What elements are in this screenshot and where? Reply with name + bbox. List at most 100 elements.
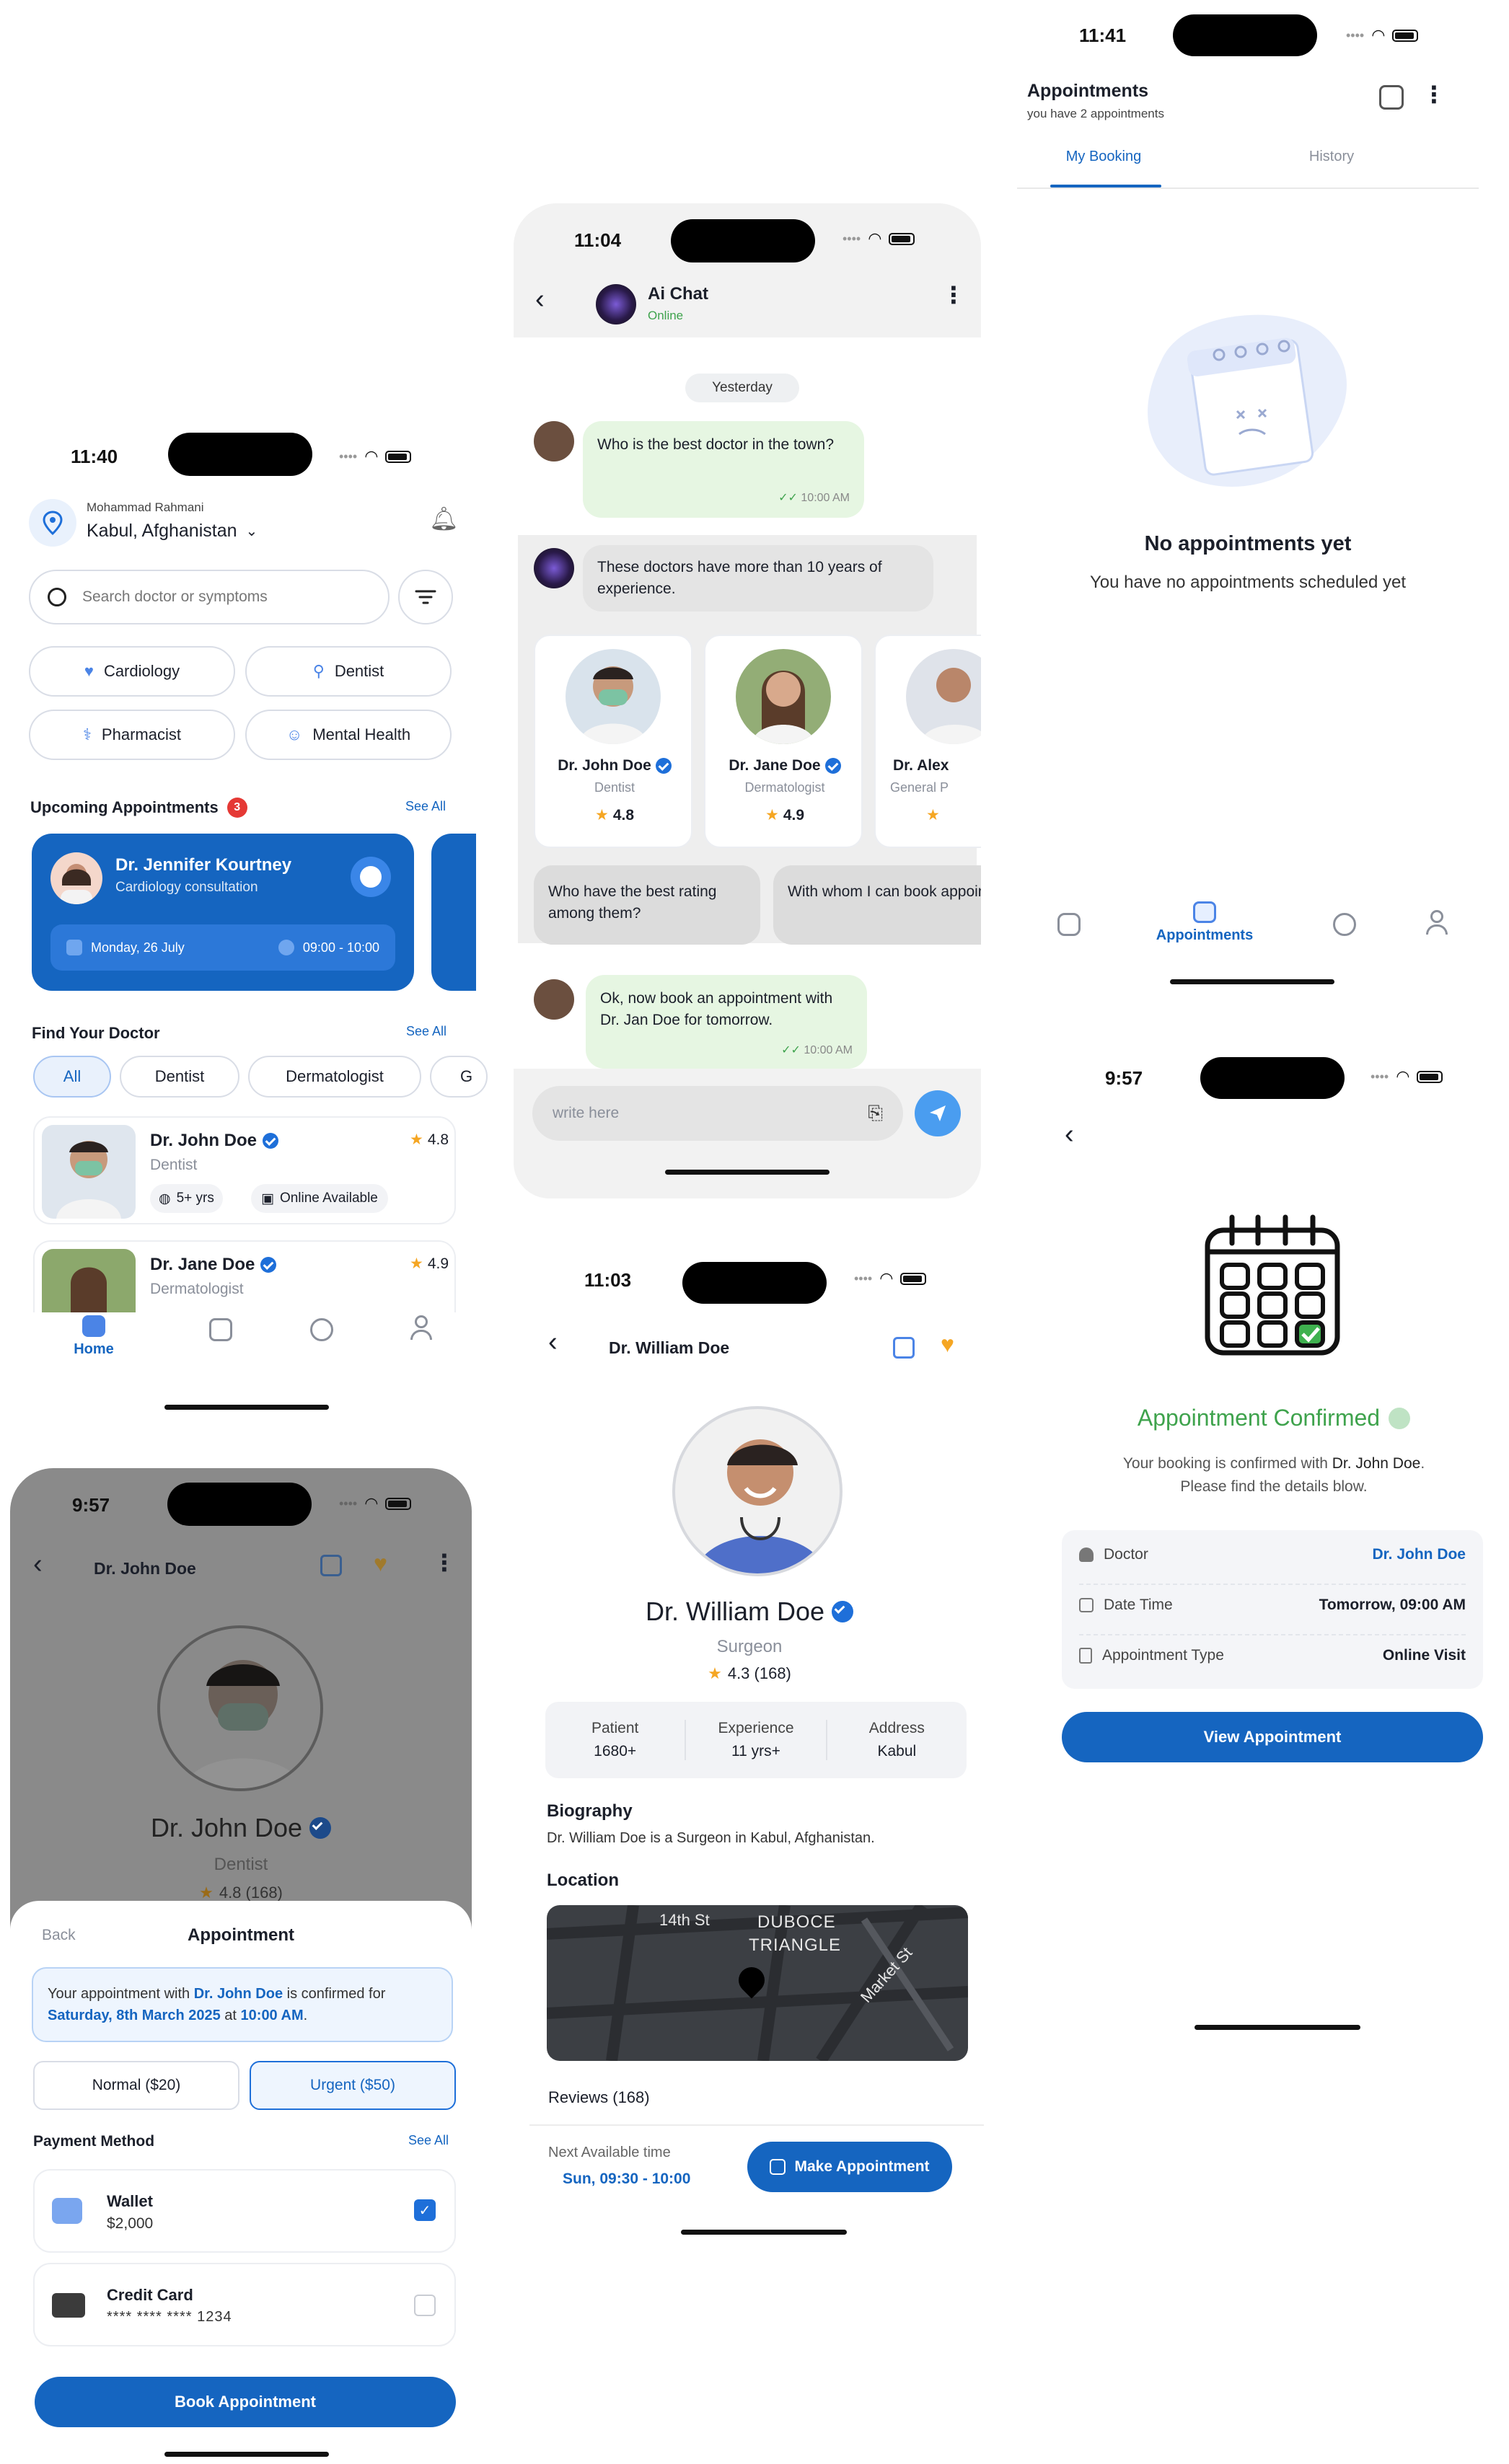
experience-tag: ◍ 5+ yrs bbox=[150, 1184, 223, 1213]
doctor-card[interactable]: Dr. John Doe ★ 4.8 Dentist ◍ 5+ yrs ▣ Onlin… bbox=[33, 1116, 456, 1224]
text-part: Please find the details blow. bbox=[1180, 1478, 1368, 1495]
see-all-link[interactable]: See All bbox=[408, 2133, 449, 2148]
filter-more[interactable]: G bbox=[430, 1056, 488, 1098]
favorite-icon[interactable]: ♥ bbox=[374, 1550, 387, 1577]
doctor-photo bbox=[566, 649, 661, 744]
book-appointment-button[interactable]: Book Appointment bbox=[35, 2377, 456, 2427]
upcoming-header: Upcoming Appointments 3 bbox=[30, 798, 247, 818]
doctor-rating: 4.8 bbox=[612, 806, 635, 823]
date-separator: Yesterday bbox=[685, 374, 799, 402]
tab-appointments[interactable]: Appointments bbox=[1147, 901, 1262, 944]
share-icon[interactable] bbox=[320, 1555, 342, 1576]
biography-title: Biography bbox=[547, 1801, 633, 1821]
ai-avatar bbox=[596, 284, 636, 324]
location-icon[interactable] bbox=[29, 499, 76, 547]
view-appointment-button[interactable]: View Appointment bbox=[1062, 1712, 1483, 1762]
more-icon[interactable]: ⋮ bbox=[433, 1549, 456, 1576]
more-icon[interactable]: ⋮ bbox=[1422, 81, 1446, 108]
doctor-specialty: Dentist bbox=[594, 780, 635, 795]
confirmed-title: Appointment Confirmed bbox=[1137, 1405, 1381, 1431]
doctor-suggestion-card[interactable]: Dr. Jane Doe Dermatologist ★ 4.9 bbox=[704, 635, 863, 848]
chat-icon[interactable] bbox=[310, 1318, 333, 1341]
make-appointment-button[interactable]: Make Appointment bbox=[747, 2142, 952, 2192]
filter-dentist[interactable]: Dentist bbox=[120, 1056, 239, 1098]
status-time: 11:03 bbox=[584, 1269, 632, 1291]
doctor-name: Dr. John Doe bbox=[150, 1813, 303, 1842]
search-bar[interactable]: Search doctor or symptoms bbox=[29, 570, 390, 624]
attach-icon[interactable]: ⎘ bbox=[868, 1102, 883, 1125]
location-map[interactable]: 14th St DUBOCE TRIANGLE Market St bbox=[547, 1905, 968, 2061]
profile-icon[interactable] bbox=[410, 1315, 433, 1341]
doctor-photo bbox=[736, 649, 831, 744]
back-icon[interactable]: ‹ bbox=[33, 1549, 43, 1580]
home-icon[interactable] bbox=[1057, 913, 1081, 936]
share-icon[interactable] bbox=[893, 1337, 915, 1359]
suggestion-chip[interactable]: Who have the best rating among them? bbox=[534, 865, 760, 945]
message-input[interactable]: write here ⎘ bbox=[532, 1086, 903, 1141]
verified-icon bbox=[824, 758, 841, 774]
location-text: Kabul, Afghanistan bbox=[87, 521, 237, 541]
category-label: Dentist bbox=[334, 662, 384, 680]
appointment-card-peek[interactable] bbox=[431, 834, 476, 991]
home-indicator bbox=[164, 2452, 329, 2457]
wallet-option[interactable]: Wallet $2,000 ✓ bbox=[33, 2169, 456, 2253]
send-button[interactable] bbox=[915, 1090, 961, 1136]
doctor-rating: 4.9 bbox=[783, 806, 805, 823]
back-icon[interactable]: ‹ bbox=[535, 284, 545, 315]
normal-option[interactable]: Normal ($20) bbox=[33, 2061, 239, 2110]
doctor-suggestion-card[interactable]: Dr. John Doe Dentist ★ 4.8 bbox=[534, 635, 692, 848]
booking-screen: 9:57 •••• ◠ ‹ Dr. John Doe ♥ ⋮ Dr. John D… bbox=[10, 1468, 472, 2464]
category-mental-health[interactable]: ☺ Mental Health bbox=[245, 710, 452, 760]
tab-history[interactable]: History bbox=[1281, 149, 1382, 165]
category-cardiology[interactable]: ♥ Cardiology bbox=[29, 646, 235, 697]
favorite-icon[interactable]: ♥ bbox=[941, 1331, 954, 1358]
check-badge-icon bbox=[1389, 1407, 1411, 1429]
tab-home[interactable]: Home bbox=[65, 1315, 123, 1358]
filter-button[interactable] bbox=[398, 570, 453, 624]
chat-icon[interactable] bbox=[1333, 913, 1356, 936]
card-number: **** **** **** 1234 bbox=[107, 2309, 232, 2325]
wallet-checkbox[interactable]: ✓ bbox=[414, 2199, 436, 2221]
back-icon[interactable]: ‹ bbox=[1065, 1119, 1074, 1150]
calendar-icon[interactable] bbox=[209, 1318, 232, 1341]
doctor-card[interactable]: Dr. Jane Doe ★ 4.9 Dermatologist bbox=[33, 1240, 456, 1314]
doctor-photo bbox=[906, 649, 981, 744]
doctor-specialty: Dentist bbox=[214, 1855, 268, 1874]
more-icon[interactable]: ⋮ bbox=[942, 281, 965, 309]
tab-label: Home bbox=[74, 1341, 114, 1357]
dynamic-island bbox=[168, 433, 312, 476]
appointment-card[interactable]: Dr. Jennifer Kourtney Cardiology consult… bbox=[32, 834, 414, 991]
card-checkbox[interactable] bbox=[414, 2295, 436, 2316]
see-all-link[interactable]: See All bbox=[406, 1024, 446, 1039]
profile-header: Dr. William Doe bbox=[609, 1338, 730, 1357]
find-doctor-title: Find Your Doctor bbox=[32, 1024, 160, 1042]
filter-all[interactable]: All bbox=[33, 1056, 111, 1098]
map-street-label: 14th St bbox=[659, 1911, 710, 1929]
detail-value: Online Visit bbox=[1382, 1647, 1466, 1664]
filter-dermatologist[interactable]: Dermatologist bbox=[248, 1056, 421, 1098]
credit-card-option[interactable]: Credit Card **** **** **** 1234 bbox=[33, 2263, 456, 2346]
suggestion-chip[interactable]: With whom I can book appointment today? bbox=[773, 865, 981, 945]
chat-button[interactable] bbox=[351, 857, 391, 897]
back-icon[interactable]: ‹ bbox=[548, 1327, 558, 1358]
clipboard-icon bbox=[1079, 1648, 1092, 1664]
location-selector[interactable]: Kabul, Afghanistan ⌄ bbox=[87, 521, 258, 542]
bell-icon[interactable]: 🔔︎ bbox=[429, 505, 459, 532]
star-icon: ★ bbox=[199, 1884, 214, 1902]
status-icons: •••• ◠ bbox=[339, 447, 412, 466]
doctor-header: Dr. John Doe bbox=[94, 1559, 196, 1578]
doctor-specialty: Dermatologist bbox=[150, 1281, 244, 1297]
tab-my-booking[interactable]: My Booking bbox=[1053, 149, 1154, 165]
category-dentist[interactable]: ⚲ Dentist bbox=[245, 646, 452, 697]
see-all-link[interactable]: See All bbox=[405, 799, 446, 814]
profile-icon[interactable] bbox=[1425, 910, 1448, 936]
urgent-option[interactable]: Urgent ($50) bbox=[250, 2061, 456, 2110]
doctor-photo bbox=[42, 1125, 136, 1219]
brain-icon: ☺ bbox=[286, 725, 303, 743]
user-icon bbox=[1079, 1547, 1094, 1562]
calendar-icon[interactable] bbox=[1379, 85, 1404, 110]
note-doctor: Dr. John Doe bbox=[193, 1986, 283, 2002]
category-pharmacist[interactable]: ⚕ Pharmacist bbox=[29, 710, 235, 760]
doctor-suggestion-card[interactable]: Dr. Alex General P ★ bbox=[874, 635, 981, 848]
stat-label: Address bbox=[868, 1720, 925, 1736]
